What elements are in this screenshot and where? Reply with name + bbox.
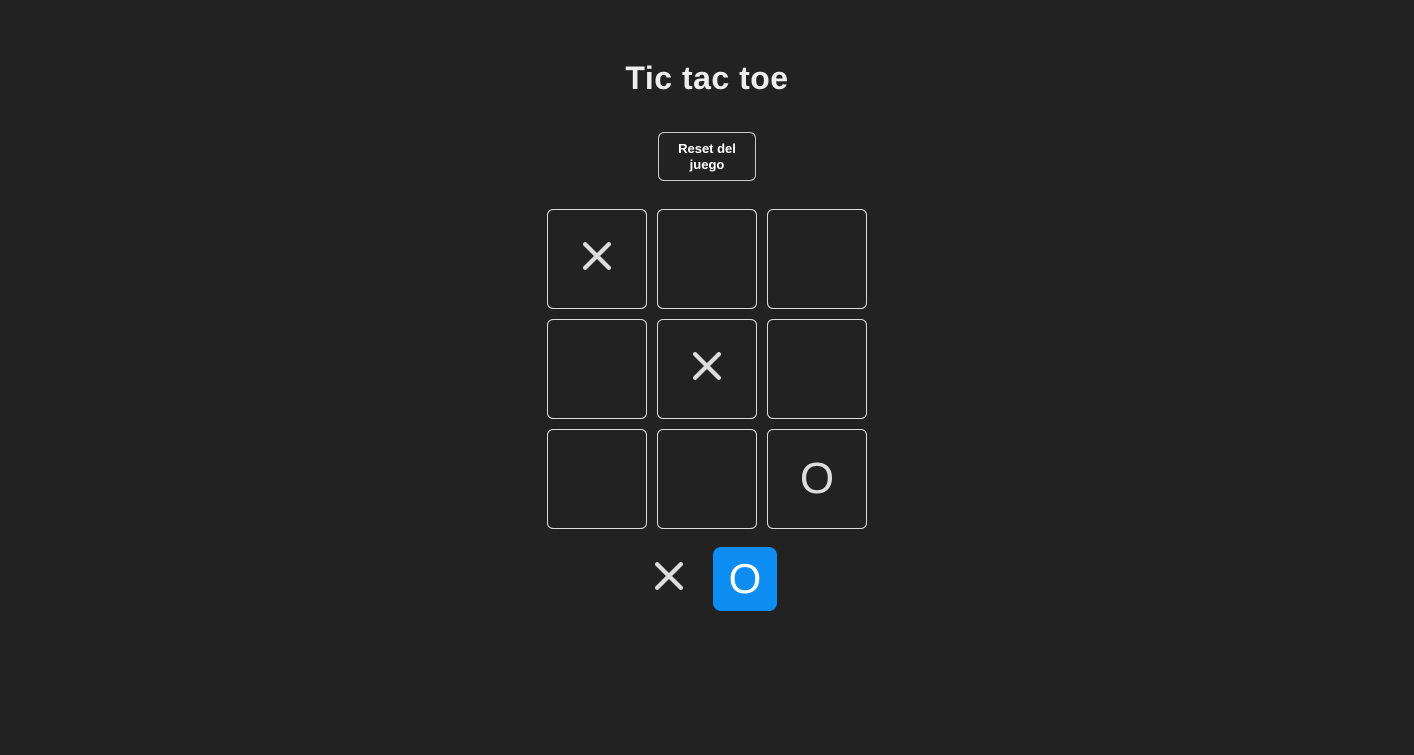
- cell-8[interactable]: O: [767, 429, 867, 529]
- cell-2[interactable]: [767, 209, 867, 309]
- cell-0[interactable]: [547, 209, 647, 309]
- turn-indicator-row: O: [637, 547, 777, 611]
- cell-7[interactable]: [657, 429, 757, 529]
- x-icon: [652, 555, 686, 603]
- cell-3[interactable]: [547, 319, 647, 419]
- cell-5[interactable]: [767, 319, 867, 419]
- o-icon: O: [729, 555, 762, 603]
- reset-button[interactable]: Reset del juego: [658, 132, 756, 181]
- turn-x-tile: [637, 547, 701, 611]
- turn-o-tile: O: [713, 547, 777, 611]
- cell-4[interactable]: [657, 319, 757, 419]
- page-title: Tic tac toe: [625, 60, 788, 97]
- x-icon: [580, 234, 614, 284]
- cell-6[interactable]: [547, 429, 647, 529]
- x-icon: [690, 344, 724, 394]
- game-board: O: [547, 209, 867, 529]
- cell-1[interactable]: [657, 209, 757, 309]
